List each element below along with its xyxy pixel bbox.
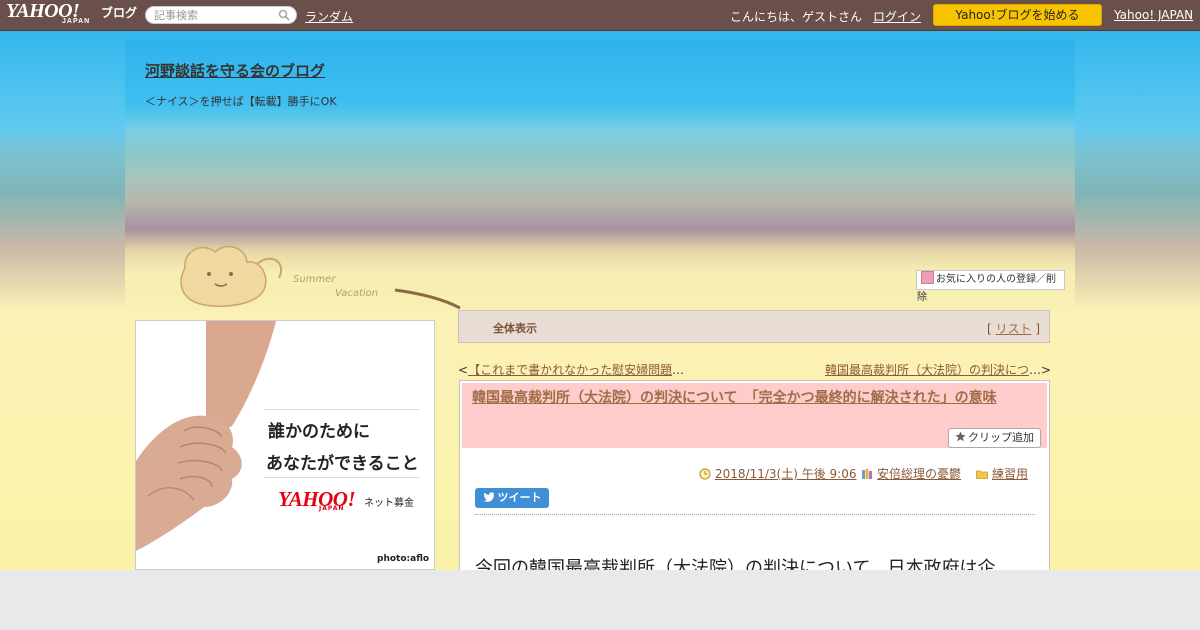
ad-headline-2: あなたができること	[266, 454, 419, 474]
search-box	[145, 6, 297, 24]
hands-photo	[136, 321, 276, 551]
folder-icon	[976, 470, 988, 479]
meta-divider	[475, 514, 1035, 515]
page-footer-band	[0, 570, 1200, 630]
ad-divider	[264, 409, 420, 410]
next-ellipsis: …	[1029, 363, 1042, 377]
ad-divider	[264, 477, 420, 478]
tweet-button-label: ツイート	[497, 491, 542, 504]
charity-ad-banner[interactable]: 誰かのために あなたができること YAHOO! JAPAN ネット募金 phot…	[135, 320, 435, 570]
svg-text:Vacation: Vacation	[335, 288, 378, 299]
star-icon	[955, 431, 966, 442]
ad-yahoo-logo-sub: JAPAN	[319, 505, 345, 512]
next-arrow: >	[1041, 363, 1052, 377]
prev-ellipsis: …	[672, 363, 685, 377]
prev-arrow: <	[458, 363, 469, 377]
next-article-nav: 韓国最高裁判所（大法院）の判決につ…>	[825, 361, 1051, 378]
clip-add-button[interactable]: クリップ追加	[948, 428, 1041, 448]
favorite-register-button[interactable]: お気に入りの人の登録／削除	[916, 270, 1065, 303]
blog-logo-text[interactable]: ブログ	[101, 4, 137, 21]
post-folder: 練習用	[976, 465, 1028, 482]
list-view-control: [ リスト ]	[987, 320, 1040, 337]
ad-photo-credit: photo:aflo	[377, 554, 430, 564]
tweet-button[interactable]: ツイート	[475, 488, 549, 508]
favorite-icon	[921, 271, 934, 284]
view-mode-bar: 全体表示 [ リスト ]	[458, 310, 1050, 343]
clip-button-label: クリップ追加	[968, 431, 1034, 444]
start-blog-button[interactable]: Yahoo!ブログを始める	[933, 4, 1102, 26]
books-icon	[862, 469, 872, 479]
ad-service-name: ネット募金	[364, 498, 414, 509]
mascot-illustration: Summer Vacation	[180, 245, 461, 310]
next-article-link[interactable]: 韓国最高裁判所（大法院）の判決につ	[825, 363, 1029, 377]
yahoo-logo-sub: JAPAN	[62, 18, 91, 25]
list-view-link[interactable]: リスト	[995, 322, 1031, 336]
ad-headline-1: 誰かのために	[268, 422, 370, 442]
greeting-text: こんにちは、ゲストさん	[730, 10, 863, 24]
post-date: 2018/11/3(土) 午後 9:06	[699, 465, 856, 482]
clock-icon	[699, 468, 711, 480]
login-link[interactable]: ログイン	[873, 8, 921, 25]
search-icon[interactable]	[278, 9, 290, 21]
twitter-bird-icon	[483, 492, 494, 502]
svg-text:Summer: Summer	[293, 274, 336, 285]
yahoo-japan-link[interactable]: Yahoo! JAPAN	[1114, 8, 1193, 22]
bracket-open: [	[986, 322, 992, 336]
random-link[interactable]: ランダム	[305, 8, 353, 25]
view-all-label: 全体表示	[493, 322, 537, 335]
bracket-close: ]	[1035, 322, 1040, 336]
post-date-link[interactable]: 2018/11/3(土) 午後 9:06	[715, 467, 856, 481]
post-category: 安倍総理の憂鬱	[861, 465, 961, 482]
category-link[interactable]: 安倍総理の憂鬱	[877, 467, 961, 481]
prev-article-nav: <【これまで書かれなかった慰安婦問題…	[458, 361, 684, 378]
blog-title[interactable]: 河野談話を守る会のブログ	[145, 60, 325, 81]
blog-description: ＜ナイス＞を押せば【転載】勝手にOK	[145, 95, 337, 108]
global-header: YAHOO! JAPAN ブログ ランダム こんにちは、ゲストさん ログイン Y…	[0, 0, 1200, 31]
folder-link[interactable]: 練習用	[992, 467, 1028, 481]
article-card: 韓国最高裁判所（大法院）の判決について 「完全かつ最終的に解決された」の意味 ク…	[459, 380, 1050, 580]
search-input[interactable]	[154, 8, 272, 22]
prev-article-link[interactable]: 【これまで書かれなかった慰安婦問題	[468, 363, 672, 377]
article-title[interactable]: 韓国最高裁判所（大法院）の判決について 「完全かつ最終的に解決された」の意味	[472, 388, 1032, 408]
